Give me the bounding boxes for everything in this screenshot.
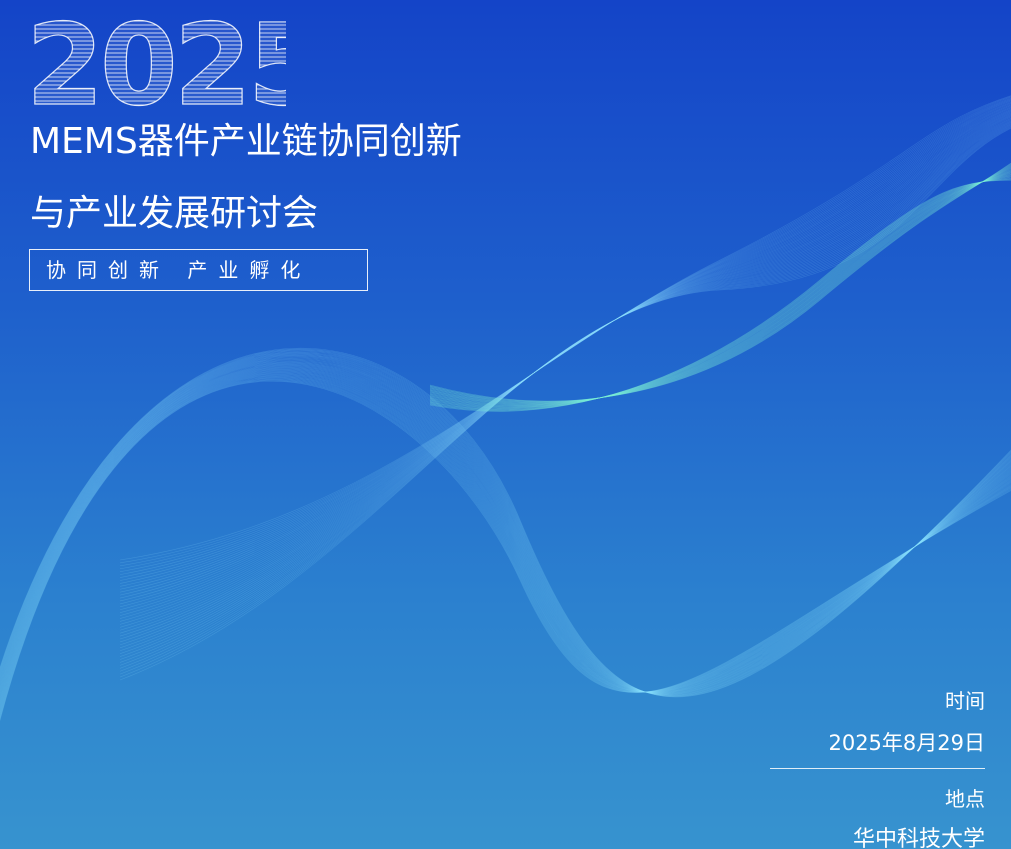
year-outline-text: 2025 [26,0,286,112]
event-poster: 2025 MEMS器件产业链协同创新 与产业发展研讨会 协同创新 产业孵化 时间… [0,0,1011,849]
right-wave-ribbon [119,95,1011,681]
location-label: 地点 [945,787,985,811]
time-label: 时间 [945,689,985,713]
event-title-line-1: MEMS器件产业链协同创新 [30,121,462,162]
event-title-line-2: 与产业发展研讨会 [30,193,319,234]
year-text: 2025 [26,1,286,112]
event-date: 2025年8月29日 [828,731,985,755]
slogan-box: 协同创新 产业孵化 [29,249,368,291]
event-location: 华中科技大学 [852,827,985,849]
info-divider [770,768,985,769]
